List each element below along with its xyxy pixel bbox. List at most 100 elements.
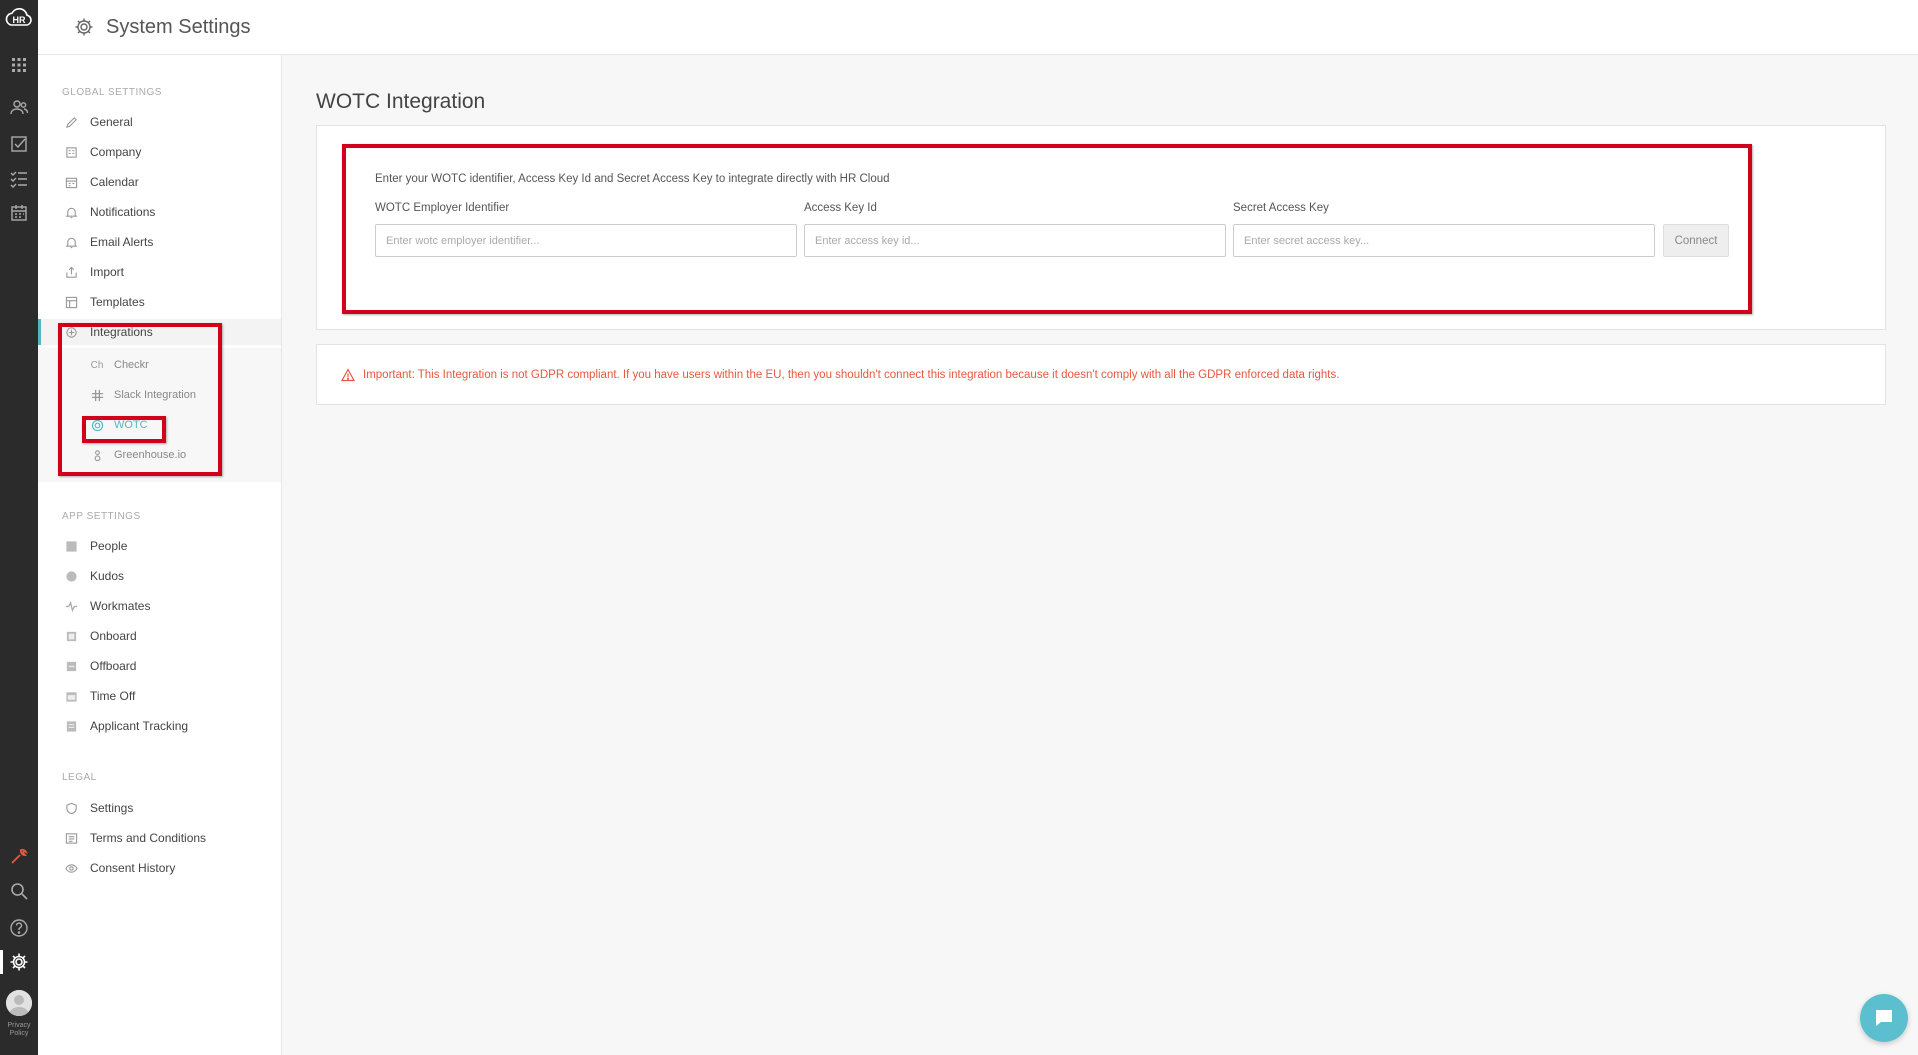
sidebar-item-label: Calendar <box>90 175 139 189</box>
connect-button[interactable]: Connect <box>1663 224 1729 257</box>
active-indicator <box>0 950 3 974</box>
sidebar-item-consent-history[interactable]: Consent History <box>38 855 281 881</box>
sidebar-item-templates[interactable]: Templates <box>38 289 281 315</box>
sidebar-subitem-wotc[interactable]: WOTC <box>38 412 281 438</box>
people-app-icon <box>64 539 78 553</box>
sidebar-item-label: Terms and Conditions <box>90 831 207 845</box>
sidebar-item-label: Settings <box>90 801 134 815</box>
sidebar-item-terms[interactable]: Terms and Conditions <box>38 825 281 851</box>
sidebar-item-label: Workmates <box>90 599 151 613</box>
sidebar-item-label: Templates <box>90 295 145 309</box>
sidebar-item-general[interactable]: General <box>38 109 281 135</box>
sidebar-item-label: Offboard <box>90 659 137 673</box>
sidebar-item-label: Kudos <box>90 569 125 583</box>
chat-button[interactable] <box>1860 994 1908 1042</box>
sidebar-item-applicant-tracking[interactable]: Applicant Tracking <box>38 713 281 739</box>
sidebar-item-label: Email Alerts <box>90 235 154 249</box>
sidebar-item-label: Consent History <box>90 861 176 875</box>
document-icon <box>64 831 78 845</box>
access-key-id-input[interactable] <box>804 224 1226 257</box>
integrations-icon <box>64 325 78 339</box>
pencil-icon <box>64 115 78 129</box>
checkr-icon: Ch <box>90 359 104 371</box>
sidebar-item-label: Notifications <box>90 205 156 219</box>
avatar[interactable] <box>6 990 32 1016</box>
onboard-icon <box>64 629 78 643</box>
sidebar-subitem-label: WOTC <box>114 419 148 431</box>
calendar-icon <box>64 175 78 189</box>
sidebar-subitem-label: Slack Integration <box>114 389 196 401</box>
sidebar-item-label: Applicant Tracking <box>90 719 189 733</box>
settings-icon[interactable] <box>7 950 31 974</box>
app-rail: HR Privacy Policy <box>0 0 38 1055</box>
people-icon[interactable] <box>7 95 31 119</box>
sidebar-item-label: General <box>90 115 133 129</box>
calendar-icon[interactable] <box>7 201 31 225</box>
kudos-icon <box>64 569 78 583</box>
employer-id-input[interactable] <box>375 224 797 257</box>
employer-id-label: WOTC Employer Identifier <box>375 202 510 214</box>
secret-access-key-input[interactable] <box>1233 224 1655 257</box>
sidebar-item-workmates[interactable]: Workmates <box>38 593 281 619</box>
shield-icon <box>64 801 78 815</box>
sidebar-item-time-off[interactable]: Time Off <box>38 683 281 709</box>
offboard-icon <box>64 659 78 673</box>
access-key-id-label: Access Key Id <box>804 202 877 214</box>
applicant-tracking-icon <box>64 719 78 733</box>
search-icon[interactable] <box>7 879 31 903</box>
sidebar-item-email-alerts[interactable]: Email Alerts <box>38 229 281 255</box>
sidebar-item-label: Company <box>90 145 142 159</box>
sidebar-item-label: Import <box>90 265 125 279</box>
sidebar-subitem-checkr[interactable]: Ch Checkr <box>38 352 281 378</box>
sidebar-item-offboard[interactable]: Offboard <box>38 653 281 679</box>
settings-sidebar: GLOBAL SETTINGS General Company Calendar… <box>38 55 282 1055</box>
sidebar-item-import[interactable]: Import <box>38 259 281 285</box>
workmates-icon <box>64 599 78 613</box>
sidebar-subitem-label: Checkr <box>114 359 149 371</box>
greenhouse-icon <box>90 448 104 462</box>
sidebar-item-legal-settings[interactable]: Settings <box>38 795 281 821</box>
sidebar-item-notifications[interactable]: Notifications <box>38 199 281 225</box>
page-title: System Settings <box>106 15 251 38</box>
app-settings-heading: APP SETTINGS <box>62 511 141 522</box>
sidebar-subitem-greenhouse[interactable]: Greenhouse.io <box>38 442 281 468</box>
legal-heading: LEGAL <box>62 772 97 783</box>
time-off-icon <box>64 689 78 703</box>
gear-icon <box>75 18 93 36</box>
sidebar-subitem-slack[interactable]: Slack Integration <box>38 382 281 408</box>
help-icon[interactable] <box>7 916 31 940</box>
bell-icon <box>64 205 78 219</box>
gdpr-warning-text: Important: This Integration is not GDPR … <box>363 368 1340 381</box>
checkbox-icon[interactable] <box>7 132 31 156</box>
sidebar-item-label: Time Off <box>90 689 136 703</box>
page-header: System Settings <box>38 0 1918 55</box>
privacy-policy-link[interactable]: Privacy Policy <box>0 1022 38 1038</box>
chat-icon <box>1876 1010 1892 1026</box>
sidebar-subitem-label: Greenhouse.io <box>114 449 187 461</box>
sidebar-item-calendar[interactable]: Calendar <box>38 169 281 195</box>
wotc-credentials-card: Enter your WOTC identifier, Access Key I… <box>316 125 1886 330</box>
section-title: WOTC Integration <box>316 90 486 113</box>
sidebar-item-company[interactable]: Company <box>38 139 281 165</box>
import-icon <box>64 265 78 279</box>
global-settings-heading: GLOBAL SETTINGS <box>62 87 162 98</box>
sidebar-item-onboard[interactable]: Onboard <box>38 623 281 649</box>
wrench-icon[interactable] <box>7 844 31 868</box>
sidebar-item-integrations[interactable]: Integrations <box>38 319 281 345</box>
logo-text: HR <box>13 15 26 25</box>
building-icon <box>64 145 78 159</box>
checklist-icon[interactable] <box>7 166 31 190</box>
integration-instructions: Enter your WOTC identifier, Access Key I… <box>375 173 890 185</box>
slack-icon <box>90 388 104 402</box>
sidebar-item-kudos[interactable]: Kudos <box>38 563 281 589</box>
secret-access-key-label: Secret Access Key <box>1233 202 1329 214</box>
sidebar-item-label: Integrations <box>90 325 153 339</box>
gdpr-warning: Important: This Integration is not GDPR … <box>316 344 1886 405</box>
hr-cloud-logo[interactable]: HR <box>4 4 34 34</box>
sidebar-item-label: People <box>90 539 128 553</box>
integrations-submenu: Ch Checkr Slack Integration WOTC Greenho… <box>38 348 281 482</box>
sidebar-item-label: Onboard <box>90 629 137 643</box>
sidebar-item-people[interactable]: People <box>38 533 281 559</box>
apps-grid-icon[interactable] <box>7 53 31 77</box>
bell-icon <box>64 235 78 249</box>
